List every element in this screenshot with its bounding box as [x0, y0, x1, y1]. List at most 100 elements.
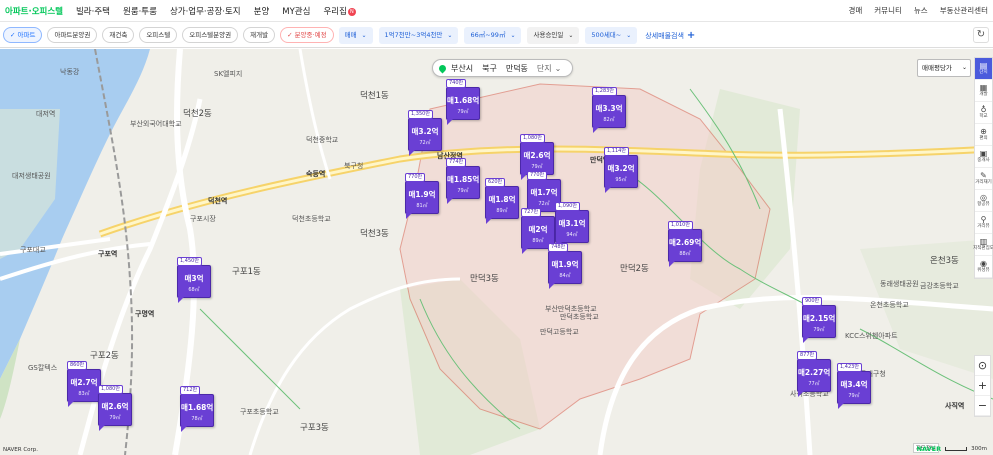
toolbar-button[interactable]: ▦ 개발 — [975, 80, 992, 102]
marker-price: 매2.69억 — [669, 238, 702, 247]
area-label: 구포2동 — [90, 351, 119, 361]
price-marker[interactable]: 1,350만 매3.2억 72㎡ — [408, 110, 442, 156]
refresh-icon[interactable]: ↻ — [973, 27, 989, 43]
toolbar-button[interactable]: ◎ 항공뷰 — [975, 190, 992, 212]
chip-apartment-presale-right[interactable]: 아파트분양권 — [47, 27, 98, 43]
toolbar-button[interactable]: ✎ 거리재기 — [975, 168, 992, 190]
marker-area: 79㎡ — [813, 327, 825, 333]
marker-area: 78㎡ — [191, 416, 203, 422]
place-label: 덕천초등학교 — [292, 215, 331, 223]
toolbar-button[interactable]: ◉ 위성뷰 — [975, 256, 992, 278]
breadcrumb-district[interactable]: 북구 — [482, 63, 497, 74]
detail-search-button[interactable]: 상세매물검색 + — [645, 30, 695, 41]
marker-unit-price: 1,450만 — [177, 257, 202, 266]
nav-villa-house[interactable]: 빌라·주택 — [76, 5, 110, 17]
marker-area: 88㎡ — [679, 251, 691, 257]
copyright-text: NAVER Corp. — [3, 447, 39, 453]
price-marker[interactable]: 1,114만 매3.2억 95㎡ — [604, 147, 638, 193]
chip-officetel-presale-right[interactable]: 오피스텔분양권 — [182, 27, 239, 43]
marker-unit-price: 1,283만 — [592, 87, 617, 96]
top-navigation: 아파트·오피스텔 빌라·주택 원룸·투룸 상가·업무·공장·토지 분양 MY관심… — [0, 0, 993, 22]
chip-officetel[interactable]: 오피스텔 — [139, 27, 178, 43]
toolbar-button[interactable]: ▤ 단지 — [975, 58, 992, 80]
select-area-range[interactable]: 66㎡~99㎡ ⌄ — [464, 26, 522, 44]
price-marker[interactable]: 900만 매2.15억 79㎡ — [802, 297, 836, 343]
toolbar-button[interactable]: ♁ 학교 — [975, 102, 992, 124]
marker-price: 매2.7억 — [70, 378, 98, 387]
price-marker[interactable]: 712만 매1.68억 78㎡ — [180, 386, 214, 432]
area-label: 덕천2동 — [183, 109, 212, 119]
nav-news[interactable]: 뉴스 — [914, 5, 928, 16]
marker-unit-price: 770만 — [405, 173, 426, 182]
toolbar-button[interactable]: ▥ 지적편집도 — [973, 234, 993, 256]
chevron-down-icon: ⌄ — [626, 31, 632, 39]
marker-unit-price: 774만 — [446, 158, 467, 167]
toolbar-label: 거리뷰 — [977, 224, 990, 229]
nav-apartment-officetel[interactable]: 아파트·오피스텔 — [5, 5, 63, 17]
station-label: 구명역 — [135, 310, 155, 318]
toolbar-button[interactable]: ⚲ 거리뷰 — [975, 212, 992, 234]
place-label: 낙동강 — [60, 68, 80, 76]
nav-realtor-center[interactable]: 부동산관리센터 — [940, 5, 988, 16]
nav-community[interactable]: 커뮤니티 — [874, 5, 902, 16]
place-label: 동래생태공원 — [880, 280, 919, 288]
price-marker[interactable]: 1,423만 매3.4억 79㎡ — [837, 363, 871, 409]
select-price-range[interactable]: 1억7천만~3억4천만 ⌄ — [378, 26, 459, 44]
toolbar-label: 단지 — [979, 70, 988, 75]
marker-price: 매1.7억 — [530, 188, 558, 197]
marker-area: 89㎡ — [496, 208, 508, 214]
locate-icon[interactable]: ⊙ — [975, 356, 990, 376]
price-marker[interactable]: 1,283만 매3.3억 82㎡ — [592, 87, 626, 133]
toolbar-icon: ▦ — [979, 83, 988, 92]
breadcrumb-dong[interactable]: 만덕동 — [506, 63, 528, 74]
chip-presale-ongoing[interactable]: ✓ 분양중·예정 — [280, 27, 334, 43]
chevron-down-icon: ⌄ — [961, 64, 967, 71]
location-breadcrumb[interactable]: 부산시 북구 만덕동 단지 ⌄ — [432, 59, 574, 77]
nav-auction[interactable]: 경매 — [848, 5, 862, 16]
marker-price: 매1.85억 — [447, 175, 480, 184]
scale-label: 300m — [971, 446, 987, 452]
price-marker[interactable]: 860만 매2.7억 83㎡ — [67, 361, 101, 407]
marker-unit-price: 1,080만 — [98, 385, 123, 394]
marker-area: 72㎡ — [419, 140, 431, 146]
price-marker[interactable]: 1,090만 매3.1억 94㎡ — [555, 202, 589, 248]
map-scale: NAVER 300m — [917, 445, 987, 453]
nav-oneroom-tworoom[interactable]: 원룸·투룸 — [123, 5, 157, 17]
price-marker[interactable]: 774만 매1.85억 79㎡ — [446, 158, 480, 204]
marker-price: 매1.68억 — [447, 96, 480, 105]
toolbar-button[interactable]: ⊕ 편의 — [975, 124, 992, 146]
price-marker[interactable]: 1,450만 매3억 68㎡ — [177, 257, 211, 303]
price-marker[interactable]: 1,080만 매2.6억 79㎡ — [98, 385, 132, 431]
area-label: 온천3동 — [930, 256, 959, 266]
zoom-controls: ⊙ + − — [974, 355, 991, 417]
detail-search-label: 상세매물검색 — [645, 31, 684, 40]
price-marker[interactable]: 877만 매2.27억 77㎡ — [797, 351, 831, 397]
breadcrumb-complex[interactable]: 단지 — [537, 63, 552, 74]
map-canvas[interactable]: 덕천2동 덕천1동 덕천3동 구포1동 구포2동 만덕3동 만덕2동 온천3동 … — [0, 49, 993, 455]
marker-unit-price: 620만 — [485, 178, 506, 187]
price-marker[interactable]: 620만 매1.8억 89㎡ — [485, 178, 519, 224]
price-marker[interactable]: 740만 매1.68억 79㎡ — [446, 79, 480, 125]
nav-commercial-land[interactable]: 상가·업무·공장·토지 — [170, 5, 241, 17]
price-marker[interactable]: 1,010만 매2.69억 88㎡ — [668, 221, 702, 267]
chip-apartment[interactable]: ✓ 아파트 — [3, 27, 43, 43]
chip-redevelopment[interactable]: 재개발 — [243, 27, 276, 43]
select-household-count[interactable]: 500세대~ ⌄ — [585, 26, 638, 44]
select-trade-type[interactable]: 매매 ⌄ — [338, 26, 373, 44]
toolbar-button[interactable]: ▣ 중개사 — [975, 146, 992, 168]
nav-my-home[interactable]: 우리집 N — [323, 5, 356, 17]
price-unit-select[interactable]: 매매평당가 ⌄ — [917, 59, 971, 77]
chip-reconstruction[interactable]: 재건축 — [102, 27, 135, 43]
zoom-out-button[interactable]: − — [975, 396, 990, 416]
marker-unit-price: 1,423만 — [837, 363, 862, 372]
price-marker[interactable]: 748만 매1.9억 84㎡ — [548, 243, 582, 289]
chevron-down-icon: ⌄ — [447, 31, 453, 39]
price-marker[interactable]: 770만 매1.9억 81㎡ — [405, 173, 439, 219]
place-label: 구포초등학교 — [240, 408, 279, 416]
zoom-in-button[interactable]: + — [975, 376, 990, 396]
nav-my-interest[interactable]: MY관심 — [282, 5, 310, 17]
breadcrumb-city[interactable]: 부산시 — [451, 63, 473, 74]
marker-area: 68㎡ — [188, 287, 200, 293]
nav-presale[interactable]: 분양 — [254, 5, 270, 17]
select-approval-date[interactable]: 사용승인일 ⌄ — [527, 26, 580, 44]
